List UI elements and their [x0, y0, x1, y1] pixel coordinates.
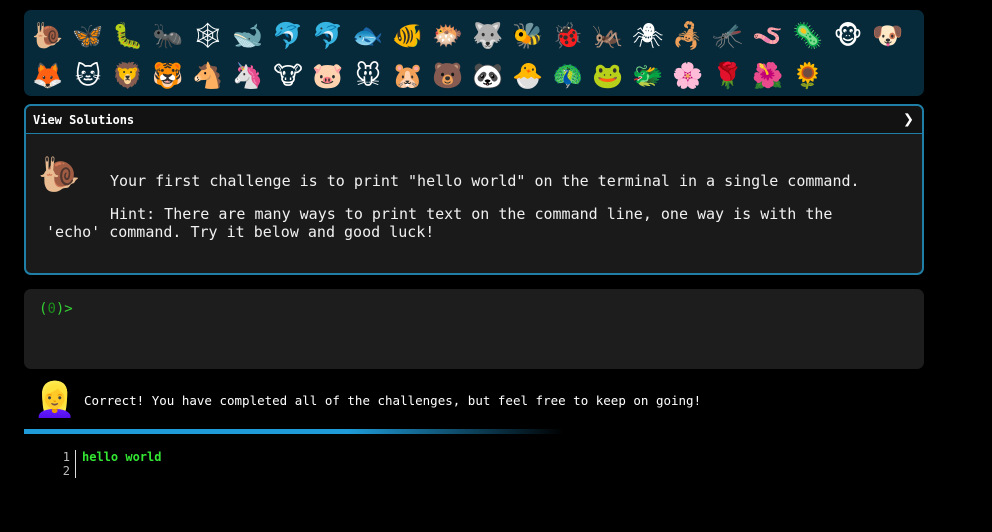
animal-icon[interactable]: 🦠 [788, 15, 828, 55]
animal-icon[interactable]: 🐡 [428, 15, 468, 55]
animal-icon[interactable]: 🐌 [28, 15, 68, 55]
animal-icon[interactable]: 🕸 [188, 15, 228, 55]
animal-icon[interactable]: 🐝 [508, 15, 548, 55]
animal-icon[interactable]: 🌺 [748, 55, 788, 95]
editor-line: 1 hello world [60, 450, 161, 464]
progress-bar [24, 429, 564, 434]
animal-icon[interactable]: 🐮 [268, 55, 308, 95]
line-code [75, 464, 82, 478]
animal-icon[interactable]: 🪱 [748, 15, 788, 55]
challenge-text: Your first challenge is to print "hello … [110, 172, 860, 190]
animal-icon[interactable]: 🐻 [428, 55, 468, 95]
animal-icon[interactable]: 🦊 [28, 55, 68, 95]
animal-icon[interactable]: 🐵 [828, 15, 868, 55]
animal-icon-row-2: 🦊 🐱 🦁 🐯 🐴 🦄 🐮 🐷 🐭 🐹 🐻 🐼 🐣 🦚 🐸 🐲 🌸 🌹 🌺 🌻 [28, 55, 924, 95]
line-number: 1 [62, 450, 70, 464]
animal-icon[interactable]: 🐲 [628, 55, 668, 95]
animal-icon[interactable]: 🦚 [548, 55, 588, 95]
prompt-exit-code: 0 [47, 301, 56, 317]
animal-icon[interactable]: 🐟 [348, 15, 388, 55]
animal-icon[interactable]: 🐣 [508, 55, 548, 95]
chevron-right-icon[interactable]: ❯ [903, 109, 914, 130]
animal-icon[interactable]: 🐺 [468, 15, 508, 55]
animal-icon[interactable]: 🦟 [708, 15, 748, 55]
animal-icon-panel: 🐌 🦋 🐛 🐜 🕸 🐋 🐬 🐬 🐟 🐠 🐡 🐺 🐝 🐞 🦗 🕷 🦂 🦟 🪱 🦠 🐵 🐶 🦊 🐱 🦁 🐯 🐴 🦄 🐮 🐷 🐭 🐹 🐻 🐼 🐣 🦚 🐸 🐲 🌸… [24, 10, 924, 96]
terminal-prompt: (0)> [39, 301, 73, 317]
feedback-text: Correct! You have completed all of the c… [84, 392, 702, 408]
animal-icon[interactable]: 🌻 [788, 55, 828, 95]
animal-icon[interactable]: 🐱 [68, 55, 108, 95]
animal-icon[interactable]: 🐬 [268, 15, 308, 55]
animal-icon[interactable]: 🦗 [588, 15, 628, 55]
animal-icon[interactable]: 🐛 [108, 15, 148, 55]
animal-icon[interactable]: 🐸 [588, 55, 628, 95]
view-solutions-toggle[interactable]: View Solutions ❯ [26, 106, 922, 134]
animal-icon[interactable]: 🦂 [668, 15, 708, 55]
animal-icon[interactable]: 🌹 [708, 55, 748, 95]
output-editor: 1 hello world 2 [60, 450, 161, 478]
line-number: 2 [62, 464, 70, 478]
hint-text: Hint: There are many ways to print text … [46, 205, 833, 241]
animal-icon[interactable]: 🐭 [348, 55, 388, 95]
editor-line: 2 [60, 464, 161, 478]
animal-icon[interactable]: 🐜 [148, 15, 188, 55]
animal-icon[interactable]: 🦄 [228, 55, 268, 95]
animal-icon[interactable]: 🦁 [108, 55, 148, 95]
animal-icon[interactable]: 🐴 [188, 55, 228, 95]
animal-icon[interactable]: 🐋 [228, 15, 268, 55]
prompt-close: )> [55, 301, 73, 317]
animal-icon[interactable]: 🐷 [308, 55, 348, 95]
animal-icon[interactable]: 🐹 [388, 55, 428, 95]
animal-icon[interactable]: 🌸 [668, 55, 708, 95]
challenge-description: Your first challenge is to print "hello … [46, 172, 886, 256]
challenge-card: View Solutions ❯ 🐌 Your first challenge … [24, 104, 924, 275]
terminal-input[interactable]: (0)> [24, 289, 924, 369]
line-code: hello world [75, 450, 161, 464]
animal-icon-row-1: 🐌 🦋 🐛 🐜 🕸 🐋 🐬 🐬 🐟 🐠 🐡 🐺 🐝 🐞 🦗 🕷 🦂 🦟 🪱 🦠 🐵 🐶 [28, 15, 924, 55]
animal-icon[interactable]: 🐞 [548, 15, 588, 55]
animal-icon[interactable]: 🦋 [68, 15, 108, 55]
animal-icon[interactable]: 🐼 [468, 55, 508, 95]
animal-icon[interactable]: 🐬 [308, 15, 348, 55]
animal-icon[interactable]: 🐶 [868, 15, 908, 55]
view-solutions-label: View Solutions [33, 112, 135, 127]
animal-icon[interactable]: 🐯 [148, 55, 188, 95]
person-blond-hair-icon: 👱‍♀️ [33, 380, 77, 420]
animal-icon[interactable]: 🐠 [388, 15, 428, 55]
animal-icon[interactable]: 🕷 [628, 15, 668, 55]
feedback-message: 👱‍♀️ Correct! You have completed all of … [24, 378, 924, 422]
